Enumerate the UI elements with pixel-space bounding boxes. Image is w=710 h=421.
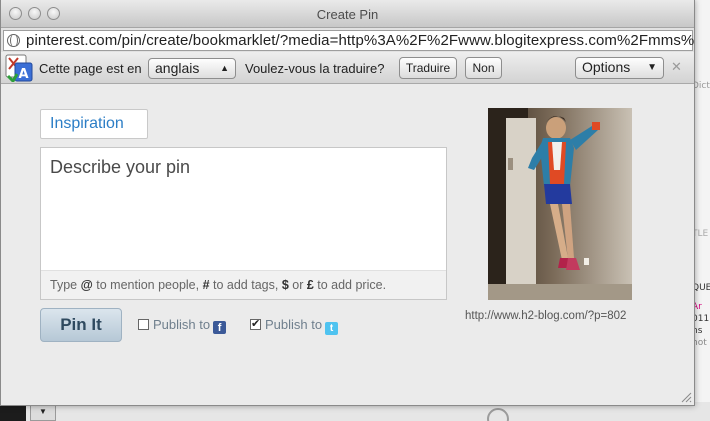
fashion-photo-illustration [488,108,632,300]
options-button[interactable]: Options ▼ [575,57,664,79]
background-circle-icon [487,408,509,421]
translate-prefix: Cette page est en [39,61,142,76]
description-hint: Type @ to mention people, # to add tags,… [41,270,446,299]
resize-grip-icon[interactable] [680,391,692,403]
create-pin-window: Create Pin pinterest.com/pin/create/book… [0,0,695,406]
language-select[interactable]: anglais ▲ [148,58,236,79]
pin-form: Inspiration ⌄ Describe your pin Type @ t… [1,84,694,405]
hint-text: to add price. [313,278,387,292]
translate-bar: A Cette page est en anglais ▲ Voulez-vou… [1,52,694,84]
description-placeholder: Describe your pin [50,157,191,177]
language-value: anglais [155,60,200,76]
chevron-down-icon: ▼ [647,62,657,73]
close-translate-bar-icon[interactable]: ✕ [671,59,682,75]
url-field[interactable]: pinterest.com/pin/create/bookmarklet/?me… [3,30,695,51]
address-bar: pinterest.com/pin/create/bookmarklet/?me… [1,28,694,52]
hint-symbol: $ [281,278,289,292]
url-text: pinterest.com/pin/create/bookmarklet/?me… [26,32,695,49]
hint-text: Type [50,278,81,292]
pin-it-button[interactable]: Pin It [40,308,122,342]
board-name: Inspiration [50,115,124,132]
hint-text: to add tags, [209,278,282,292]
hint-symbol: £ [306,278,314,292]
translate-question: Voulez-vous la traduire? [245,61,385,76]
publish-facebook-label: Publish to [153,317,211,332]
title-bar[interactable]: Create Pin [1,0,694,28]
translate-icon: A [5,54,33,82]
publish-facebook-checkbox[interactable] [138,319,149,330]
publish-facebook-option[interactable]: Publish to f [138,317,227,334]
hint-text: to mention people, [92,278,203,292]
updown-arrows-icon: ▲ [220,63,229,73]
hint-symbol: @ [80,278,93,292]
window-title: Create Pin [316,7,379,22]
translate-button[interactable]: Traduire [399,57,457,79]
hint-symbol: # [202,278,210,292]
twitter-icon: t [325,322,339,335]
hint-text: or [288,278,307,292]
svg-text:A: A [18,67,28,82]
board-select[interactable]: Inspiration ⌄ [40,109,148,159]
image-source-url: http://www.h2-blog.com/?p=802 [465,310,627,322]
publish-twitter-label: Publish to [265,317,323,332]
publish-twitter-option[interactable]: Publish tot [250,317,339,335]
globe-icon [7,34,20,47]
description-textarea[interactable]: Describe your pin Type @ to mention peop… [40,147,447,300]
pin-image-preview [488,108,632,300]
no-button[interactable]: Non [465,57,502,79]
publish-twitter-checkbox[interactable] [250,317,261,330]
options-label: Options [582,59,631,75]
facebook-icon: f [213,321,227,334]
